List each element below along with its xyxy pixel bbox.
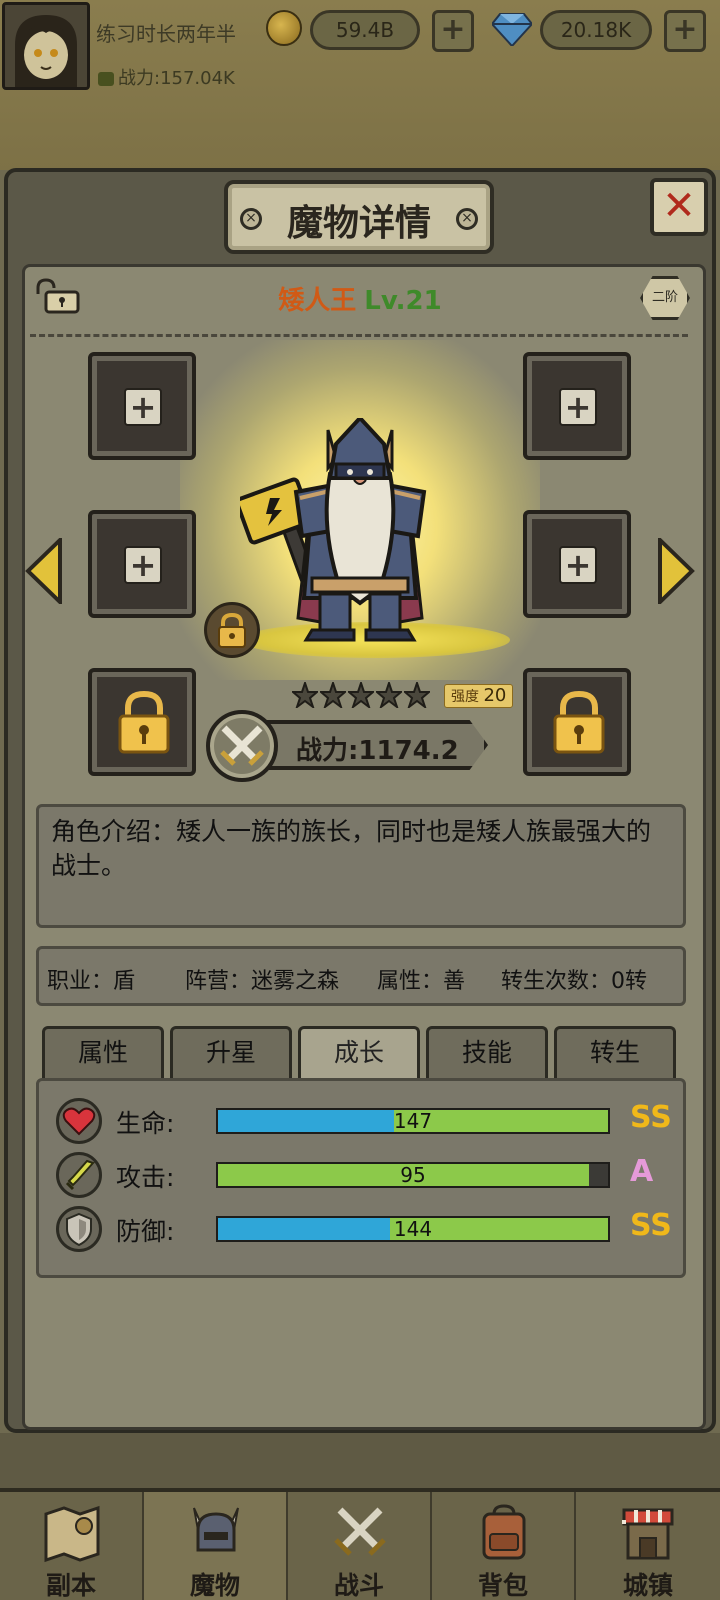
tab-star-up[interactable]: 升星	[170, 1026, 292, 1080]
defense-value: 144	[393, 1217, 433, 1241]
gold-amount: 59.4B	[310, 10, 420, 50]
hp-label: 生命:	[116, 1109, 175, 1138]
strength-value: 20	[483, 685, 507, 706]
strength-label: 强度	[451, 689, 479, 705]
nav-label-town: 城镇	[622, 1571, 673, 1600]
nav-label-battle: 战斗	[333, 1571, 384, 1600]
sword-icon	[56, 1152, 102, 1198]
divider	[30, 334, 688, 337]
previous-monster-arrow-icon[interactable]	[24, 538, 64, 604]
crossed-swords-icon	[334, 1507, 386, 1556]
tab-growth[interactable]: 成长	[298, 1026, 420, 1080]
nav-label-dungeon: 副本	[45, 1571, 96, 1600]
crossed-swords-icon	[220, 725, 264, 766]
padlock-icon	[118, 690, 170, 754]
next-monster-arrow-icon[interactable]	[656, 538, 696, 604]
class-info: 职业：盾	[47, 969, 136, 994]
monster-level: Lv.21	[364, 286, 442, 316]
dwarf-king-character[interactable]	[240, 418, 480, 648]
hp-value: 147	[393, 1109, 433, 1133]
player-avatar[interactable]	[2, 2, 90, 90]
gold-coin-icon	[266, 10, 302, 46]
hp-growth-bar: 147	[216, 1108, 610, 1134]
add-equipment-icon: +	[124, 546, 162, 584]
star-icon	[348, 682, 374, 708]
avatar-face-icon	[5, 5, 87, 87]
camp-info: 阵营：迷雾之森	[185, 969, 340, 994]
gem-amount: 20.18K	[540, 10, 652, 50]
skin-lock-button[interactable]	[204, 602, 260, 658]
attack-value: 95	[400, 1163, 426, 1187]
equipment-slot-top-right[interactable]: +	[523, 352, 631, 460]
bottom-dimmed-area	[0, 1433, 720, 1493]
monster-name: 矮人王	[278, 286, 357, 316]
tab-skills[interactable]: 技能	[426, 1026, 548, 1080]
map-icon	[44, 1505, 100, 1563]
nav-dungeon[interactable]: 副本	[0, 1492, 144, 1600]
player-name: 练习时长两年半	[96, 22, 236, 46]
nav-town[interactable]: 城镇	[576, 1492, 720, 1600]
crossed-swords-emblem	[206, 710, 278, 782]
power-icon	[98, 72, 114, 86]
equipment-slot-mid-right[interactable]: +	[523, 510, 631, 618]
equipment-slot-top-left[interactable]: +	[88, 352, 196, 460]
padlock-icon	[553, 690, 605, 754]
star-icon	[376, 682, 402, 708]
defense-growth-bar: 144	[216, 1216, 610, 1242]
town-shop-icon	[622, 1508, 674, 1560]
star-icon	[320, 682, 346, 708]
alignment-info: 属性：善	[377, 969, 466, 994]
nav-backpack[interactable]: 背包	[432, 1492, 576, 1600]
nav-label-backpack: 背包	[477, 1571, 528, 1600]
star-icon	[292, 682, 318, 708]
star-icon	[404, 682, 430, 708]
player-power: 战力:157.04K	[98, 64, 235, 90]
defense-grade: SS	[630, 1208, 672, 1243]
add-gold-button[interactable]: +	[432, 10, 474, 52]
hp-grade: SS	[630, 1100, 672, 1135]
bolt-icon: ×	[456, 208, 478, 230]
strength-badge: 强度 20	[444, 684, 514, 708]
monster-description: 角色介绍：矮人一族的族长，同时也是矮人族最强大的战士。	[36, 804, 686, 928]
monster-helmet-icon	[193, 1507, 239, 1552]
nav-label-monster: 魔物	[189, 1571, 240, 1600]
rebirth-info: 转生次数：0转	[501, 969, 647, 994]
shield-icon	[56, 1206, 102, 1252]
nav-monster[interactable]: 魔物	[144, 1492, 288, 1600]
star-rating	[292, 682, 432, 710]
modal-title: 魔物详情	[286, 203, 431, 244]
close-button[interactable]: ✕	[650, 178, 708, 236]
tab-rebirth[interactable]: 转生	[554, 1026, 676, 1080]
attack-grade: A	[630, 1154, 654, 1189]
equipment-slot-locked-right[interactable]	[523, 668, 631, 776]
padlock-icon	[218, 612, 246, 648]
add-equipment-icon: +	[559, 546, 597, 584]
heart-icon	[56, 1098, 102, 1144]
tab-attributes[interactable]: 属性	[42, 1026, 164, 1080]
attack-growth-bar: 95	[216, 1162, 610, 1188]
monster-title: 矮人王 Lv.21	[0, 280, 720, 317]
combat-power-value: 战力:1174.2	[296, 736, 459, 766]
monster-info-row: 职业：盾 阵营：迷雾之森 属性：善 转生次数：0转	[36, 946, 686, 1006]
diamond-icon	[492, 13, 532, 46]
equipment-slot-locked-left[interactable]	[88, 668, 196, 776]
attack-label: 攻击:	[116, 1163, 175, 1192]
defense-label: 防御:	[116, 1217, 175, 1246]
player-power-text: 战力:157.04K	[118, 68, 235, 89]
nav-battle[interactable]: 战斗	[288, 1492, 432, 1600]
equipment-slot-mid-left[interactable]: +	[88, 510, 196, 618]
bottom-navigation: 副本 魔物 战斗 背包 城镇	[0, 1488, 720, 1600]
add-equipment-icon: +	[559, 388, 597, 426]
backpack-icon	[482, 1504, 526, 1560]
modal-title-plate: × 魔物详情 ×	[224, 180, 494, 254]
add-equipment-icon: +	[124, 388, 162, 426]
add-gem-button[interactable]: +	[664, 10, 706, 52]
